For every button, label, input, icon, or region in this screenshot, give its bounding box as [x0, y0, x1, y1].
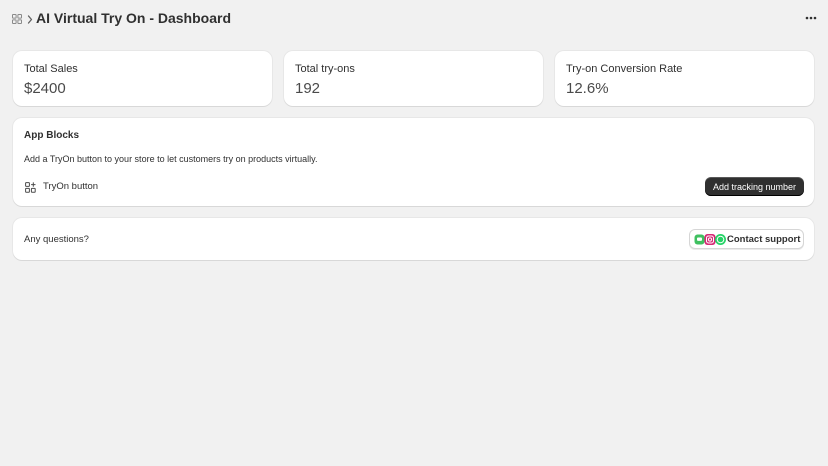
- stat-card-total-try-ons: Total try-ons 192: [284, 51, 543, 106]
- stat-value: 192: [295, 80, 321, 97]
- tryon-button-block-label: TryOn button: [43, 181, 99, 192]
- support-channel-icons: [694, 234, 726, 245]
- blocks-icon: [25, 180, 36, 193]
- more-horizontal-icon[interactable]: [802, 11, 820, 25]
- add-tracking-number-button[interactable]: Add tracking number: [705, 177, 804, 196]
- instagram-icon: [704, 234, 716, 245]
- message-icon: [694, 234, 705, 245]
- dashboard-page: AI Virtual Try On - Dashboard Total Sale…: [0, 0, 828, 466]
- any-questions-text: Any questions?: [24, 234, 89, 245]
- stat-label: Try-on Conversion Rate: [566, 63, 683, 75]
- support-card: Any questions? Contact support: [13, 218, 814, 260]
- app-blocks-title: App Blocks: [24, 130, 80, 141]
- page-header: AI Virtual Try On - Dashboard: [0, 0, 828, 38]
- app-blocks-card: App Blocks Add a TryOn button to your st…: [13, 118, 814, 206]
- whatsapp-icon: [715, 234, 726, 245]
- stat-card-total-sales: Total Sales $2400: [13, 51, 272, 106]
- chevron-right-icon: [26, 13, 34, 25]
- app-blocks-description: Add a TryOn button to your store to let …: [24, 154, 318, 164]
- stat-label: Total Sales: [24, 63, 78, 75]
- contact-support-label: Contact support: [727, 234, 801, 245]
- stat-value: 12.6%: [566, 80, 609, 97]
- stat-card-conversion-rate: Try-on Conversion Rate 12.6%: [555, 51, 814, 106]
- app-grid-icon[interactable]: [10, 12, 23, 25]
- contact-support-button[interactable]: Contact support: [689, 229, 804, 249]
- page-title: AI Virtual Try On - Dashboard: [36, 10, 232, 26]
- stat-value: $2400: [24, 80, 66, 97]
- stat-label: Total try-ons: [295, 63, 355, 75]
